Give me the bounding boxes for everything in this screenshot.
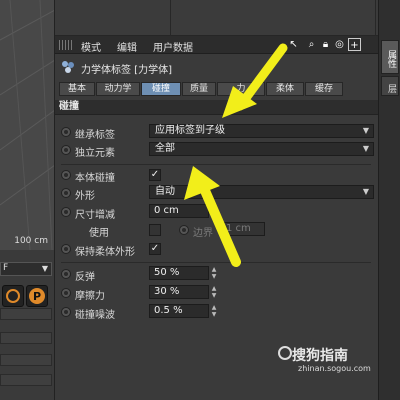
friction-stepper[interactable]: ▲ ▼ [210, 285, 218, 299]
keep-soft-shape-row: 保持柔体外形 ✓ [55, 241, 378, 258]
arrow-up-left-icon[interactable]: ↖ [287, 38, 300, 51]
animate-radio[interactable] [61, 244, 71, 254]
animate-radio[interactable] [61, 207, 71, 217]
watermark-text: 搜狗指南 [292, 348, 348, 364]
timeline-row [0, 374, 52, 386]
divider [61, 262, 371, 263]
border-label: 边界 [193, 228, 213, 239]
grip-icon[interactable] [59, 40, 73, 50]
menu-user-data[interactable]: 用户数据 [153, 39, 193, 54]
svg-text:P: P [33, 290, 41, 303]
top-strip [55, 0, 378, 36]
right-tab-bar: 属性 层 [378, 0, 400, 400]
keep-soft-shape-label: 保持柔体外形 [75, 247, 135, 258]
rotate-keyframe-button[interactable] [2, 285, 24, 307]
dynamics-body-icon [62, 61, 74, 73]
independent-elements-row: 独立元素 全部 ▼ [55, 142, 378, 159]
animate-radio[interactable] [61, 307, 71, 317]
self-collision-row: 本体碰撞 ✓ [55, 167, 378, 184]
shape-label: 外形 [75, 191, 95, 202]
friction-row: 摩擦力 30 % ▲ ▼ [55, 285, 378, 302]
object-title: 力学体标签 [力学体] [81, 65, 172, 76]
tab-mass[interactable]: 质量 [182, 82, 216, 96]
chevron-down-icon: ▼ [362, 144, 369, 153]
divider [170, 0, 171, 36]
collision-noise-label: 碰撞噪波 [75, 310, 115, 321]
frame-dropdown[interactable]: F ▼ [0, 262, 52, 276]
tab-layers[interactable]: 层 [381, 76, 399, 96]
friction-field[interactable]: 30 % [149, 285, 209, 299]
use-checkbox[interactable] [149, 224, 161, 236]
tab-basic[interactable]: 基本 [59, 82, 95, 96]
menu-mode[interactable]: 模式 [81, 39, 101, 54]
viewport-grid [0, 0, 54, 250]
collision-noise-stepper[interactable]: ▲ ▼ [210, 304, 218, 318]
viewport-scale-label: 100 cm [14, 236, 48, 246]
size-increment-label: 尺寸增减 [75, 210, 115, 221]
keep-soft-shape-checkbox[interactable]: ✓ [149, 243, 161, 255]
tab-cache[interactable]: 缓存 [305, 82, 343, 96]
sogou-logo-icon [278, 346, 292, 360]
animate-radio[interactable] [61, 127, 71, 137]
bounce-label: 反弹 [75, 272, 95, 283]
divider [375, 0, 376, 36]
collision-noise-field[interactable]: 0.5 % [149, 304, 209, 318]
bounce-stepper[interactable]: ▲ ▼ [210, 266, 218, 280]
chevron-down-icon: ▼ [41, 264, 48, 273]
animate-radio[interactable] [61, 188, 71, 198]
animate-radio[interactable] [61, 170, 71, 180]
tab-attributes[interactable]: 属性 [381, 40, 399, 74]
tab-soft-body[interactable]: 柔体 [266, 82, 304, 96]
border-field[interactable]: 1 cm [221, 222, 265, 236]
size-increment-stepper[interactable]: ▲ ▼ [210, 204, 218, 218]
position-p-icon: P [29, 288, 45, 304]
self-collision-checkbox[interactable]: ✓ [149, 169, 161, 181]
lock-icon[interactable]: 🔒︎ [319, 38, 332, 51]
target-icon[interactable]: ◎ [333, 38, 346, 51]
timeline-row [0, 332, 52, 344]
independent-elements-label: 独立元素 [75, 148, 115, 159]
collision-noise-row: 碰撞噪波 0.5 % ▲ ▼ [55, 304, 378, 321]
animate-radio[interactable] [179, 225, 189, 235]
timeline-row [0, 354, 52, 366]
inherit-tag-label: 继承标签 [75, 130, 115, 141]
size-increment-row: 尺寸增减 0 cm ▲ ▼ [55, 204, 378, 221]
chevron-down-icon: ▼ [362, 126, 369, 135]
size-increment-field[interactable]: 0 cm [149, 204, 209, 218]
shape-dropdown[interactable]: 自动 ▼ [149, 185, 374, 199]
rotate-icon [6, 289, 20, 303]
menubar: 模式 编辑 用户数据 ↖ ⌕ 🔒︎ ◎ + [55, 36, 378, 54]
inherit-tag-row: 继承标签 应用标签到子级 ▼ [55, 124, 378, 141]
inherit-tag-dropdown[interactable]: 应用标签到子级 ▼ [149, 124, 374, 138]
object-header: 力学体标签 [力学体] [55, 58, 378, 76]
plus-box-icon[interactable]: + [348, 38, 361, 51]
shape-row: 外形 自动 ▼ [55, 185, 378, 202]
tab-collision[interactable]: 碰撞 [141, 82, 181, 96]
timeline-row [0, 308, 52, 320]
bounce-row: 反弹 50 % ▲ ▼ [55, 266, 378, 283]
self-collision-label: 本体碰撞 [75, 173, 115, 184]
search-icon[interactable]: ⌕ [305, 38, 318, 51]
animate-radio[interactable] [61, 288, 71, 298]
use-row: 使用 边界 1 cm [55, 222, 378, 239]
section-header: 碰撞 [55, 100, 378, 115]
animate-radio[interactable] [61, 269, 71, 279]
chevron-down-icon: ▼ [362, 187, 369, 196]
record-position-button[interactable]: P [26, 285, 48, 307]
tab-dynamics[interactable]: 动力学 [96, 82, 140, 96]
use-label: 使用 [89, 228, 109, 239]
tab-force[interactable]: 力 [217, 82, 265, 96]
divider [61, 164, 371, 165]
animate-radio[interactable] [61, 145, 71, 155]
menu-edit[interactable]: 编辑 [117, 39, 137, 54]
watermark-url: zhinan.sogou.com [298, 364, 371, 373]
timeline-panel: F ▼ [0, 250, 55, 400]
independent-elements-dropdown[interactable]: 全部 ▼ [149, 142, 374, 156]
bounce-field[interactable]: 50 % [149, 266, 209, 280]
friction-label: 摩擦力 [75, 291, 105, 302]
viewport[interactable]: 100 cm [0, 0, 55, 250]
